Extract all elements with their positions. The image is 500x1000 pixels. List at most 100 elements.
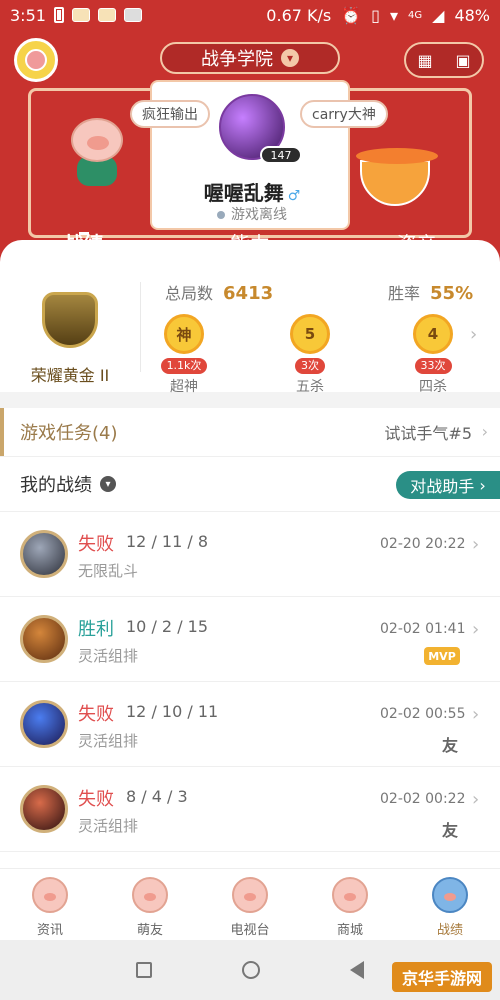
chevron-down-icon[interactable]: ▾ xyxy=(100,476,116,492)
server-selector[interactable]: 战争学院 ▾ xyxy=(160,42,340,74)
nickname-text: 喔喔乱舞 xyxy=(203,181,284,205)
friend-badge: 友 xyxy=(442,736,459,755)
match-row[interactable]: 失败 12 / 11 / 8 无限乱斗 02-20 20:22 › xyxy=(0,512,500,597)
calendar-icon: ▦ xyxy=(417,50,433,70)
nickname: 喔喔乱舞 ♂ xyxy=(152,177,352,206)
pig-decoration xyxy=(65,118,129,188)
online-status-text: 游戏离线 xyxy=(231,207,287,223)
match-result: 失败 xyxy=(78,704,114,725)
recent-apps-icon[interactable] xyxy=(136,962,152,978)
pig-tv-icon xyxy=(232,877,268,913)
champion-portrait xyxy=(20,530,68,578)
chevron-right-icon: › xyxy=(472,789,480,810)
pig-shop-icon xyxy=(332,877,368,913)
record-title[interactable]: 我的战绩 xyxy=(20,471,92,497)
avatar-face xyxy=(25,49,47,71)
tag-bubble-left: 疯狂输出 xyxy=(130,100,210,128)
match-result: 失败 xyxy=(78,789,114,810)
divider xyxy=(140,282,141,372)
status-dot-icon xyxy=(217,211,225,219)
match-row[interactable]: 胜利 10 / 2 / 15 灵活组排 02-02 01:41 MVP › xyxy=(0,597,500,682)
nav-label: 战绩 xyxy=(436,923,463,938)
header-edge xyxy=(0,240,500,262)
home-icon[interactable] xyxy=(242,961,260,979)
match-record-section: 我的战绩 ▾ 对战助手 › 失败 12 / 11 / 8 无限乱斗 02-20 … xyxy=(0,456,500,868)
match-mode: 无限乱斗 xyxy=(78,562,139,580)
match-mode: 灵活组排 xyxy=(78,732,139,750)
network-type: 4G xyxy=(408,9,423,21)
online-status: 游戏离线 xyxy=(152,204,352,224)
match-time: 02-02 00:55 xyxy=(380,706,466,722)
user-avatar[interactable] xyxy=(14,38,58,82)
match-kda: 8 / 4 / 3 xyxy=(126,787,188,806)
friend-badge: 友 xyxy=(442,821,459,840)
champion-portrait xyxy=(20,615,68,663)
share-icon: ▣ xyxy=(455,50,471,70)
battery-icon xyxy=(53,7,64,23)
achievement-count: 33次 xyxy=(414,358,452,374)
chevron-right-icon: › xyxy=(472,534,480,555)
nav-label: 商城 xyxy=(336,923,363,938)
chevron-right-icon: › xyxy=(481,422,488,441)
watermark: 京华手游网 xyxy=(392,962,492,992)
total-games-value: 6413 xyxy=(223,283,274,304)
match-kda: 12 / 10 / 11 xyxy=(126,702,219,721)
legendary-medal-icon: 神 xyxy=(164,314,204,354)
chevron-right-icon: › xyxy=(472,619,480,640)
achievement-quadrakill: 4 33次 四杀 xyxy=(403,314,463,396)
profile-header: 战争学院 ▾ ▦ ▣ 147 喔喔乱舞♂ 游戏离线 疯狂输出 carry大神 战… xyxy=(0,30,500,262)
match-kda: 10 / 2 / 15 xyxy=(126,617,209,636)
match-row[interactable]: 失败 8 / 4 / 3 灵活组排 02-02 00:22 友 › xyxy=(0,767,500,852)
nav-shop[interactable]: 商城 xyxy=(300,869,400,940)
achievement-legendary: 神 1.1k次 超神 xyxy=(154,314,214,396)
active-tab-indicator xyxy=(79,232,89,235)
nav-news[interactable]: 资讯 xyxy=(0,869,100,940)
tag-bubble-right: carry大神 xyxy=(300,100,388,128)
server-name: 战争学院 xyxy=(201,49,273,70)
chevron-right-icon: › xyxy=(472,704,480,725)
status-bar: 3:51 0.67 K/s ⏰ ▯ ▾ 4G ◢ 48% xyxy=(0,0,500,30)
match-result: 胜利 xyxy=(78,619,114,640)
achievement-label: 五杀 xyxy=(296,379,324,395)
achievement-count: 3次 xyxy=(295,358,325,374)
network-speed: 0.67 K/s xyxy=(266,5,332,25)
match-row[interactable]: 失败 12 / 10 / 11 灵活组排 02-02 00:55 友 › xyxy=(0,682,500,767)
app-notification-icon xyxy=(97,8,116,22)
status-time: 3:51 xyxy=(10,5,46,25)
match-time: 02-02 01:41 xyxy=(380,621,466,637)
pig-snout xyxy=(87,136,109,150)
alarm-icon: ⏰ xyxy=(341,5,362,25)
back-icon[interactable] xyxy=(350,961,364,979)
achievement-count: 1.1k次 xyxy=(160,358,208,374)
app-notification-icon xyxy=(71,8,90,22)
vibrate-icon: ▯ xyxy=(371,5,380,25)
try-luck-link[interactable]: 试试手气#5 xyxy=(384,420,472,444)
pentakill-medal-icon: 5 xyxy=(290,314,330,354)
rank-name: 荣耀黄金 II xyxy=(30,366,110,385)
rank-shield-icon xyxy=(42,292,98,348)
match-time: 02-02 00:22 xyxy=(380,791,466,807)
mvp-badge: MVP xyxy=(424,647,460,665)
match-assistant-label: 对战助手 xyxy=(410,477,475,496)
record-header: 我的战绩 ▾ 对战助手 › xyxy=(0,456,500,512)
match-mode: 灵活组排 xyxy=(78,817,139,835)
match-assistant-button[interactable]: 对战助手 › xyxy=(396,471,500,499)
nav-record[interactable]: 战绩 xyxy=(400,869,500,940)
game-tasks-title: 游戏任务(4) xyxy=(20,423,118,444)
total-games: 总局数 6413 xyxy=(165,280,273,304)
stats-panel[interactable]: 荣耀黄金 II 总局数 6413 胜率 55% 神 1.1k次 超神 5 3次 五杀… xyxy=(0,262,500,395)
achievement-pentakill: 5 3次 五杀 xyxy=(280,314,340,396)
game-tasks-bar[interactable]: 游戏任务(4) 试试手气#5 › xyxy=(0,408,500,456)
champion-portrait xyxy=(20,700,68,748)
battery-percent: 48% xyxy=(454,5,490,25)
nav-tv[interactable]: 电视台 xyxy=(200,869,300,940)
nav-friends[interactable]: 萌友 xyxy=(100,869,200,940)
match-time: 02-20 20:22 xyxy=(380,536,466,552)
nav-label: 资讯 xyxy=(36,923,63,938)
match-result: 失败 xyxy=(78,534,114,555)
calendar-button[interactable]: ▦ ▣ xyxy=(404,42,484,78)
match-kda: 12 / 11 / 8 xyxy=(126,532,209,551)
win-rate-value: 55% xyxy=(430,283,474,304)
bottom-navigation: 资讯 萌友 电视台 商城 战绩 xyxy=(0,868,500,940)
pig-record-icon xyxy=(432,877,468,913)
